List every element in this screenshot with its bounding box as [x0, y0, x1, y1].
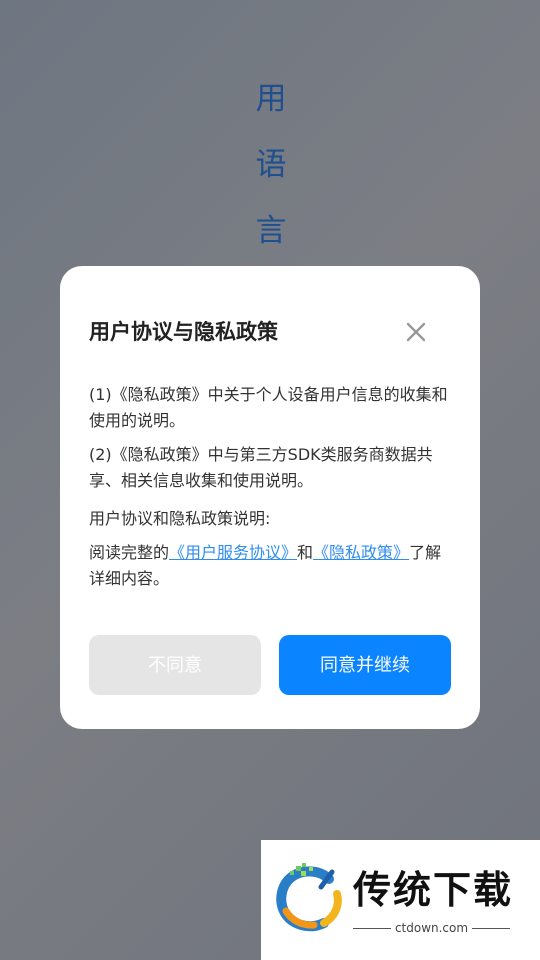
read-sentence: 阅读完整的《用户服务协议》和《隐私政策》了解详细内容。 — [89, 540, 454, 592]
watermark-brand-text: 传统下载 — [353, 868, 514, 912]
disagree-button[interactable]: 不同意 — [89, 635, 261, 695]
read-prefix: 阅读完整的 — [89, 543, 170, 562]
dialog-title: 用户协议与隐私政策 — [89, 320, 278, 344]
dialog-content: (1)《隐私政策》中关于个人设备用户信息的收集和使用的说明。 (2)《隐私政策》… — [89, 382, 454, 592]
background-char: 语 — [255, 147, 287, 183]
background-vertical-text: 用 语 言 — [255, 66, 287, 264]
policy-paragraph-3: 用户协议和隐私政策说明: — [89, 509, 271, 528]
privacy-dialog: 用户协议与隐私政策 (1)《隐私政策》中关于个人设备用户信息的收集和使用的说明。… — [60, 266, 480, 729]
policy-paragraph-1: (1)《隐私政策》中关于个人设备用户信息的收集和使用的说明。 — [89, 385, 448, 430]
watermark-badge: 传统下载 ctdown.com — [261, 840, 540, 960]
background-char: 言 — [255, 213, 287, 249]
user-agreement-link[interactable]: 《用户服务协议》 — [169, 543, 297, 562]
watermark-domain-text: ctdown.com — [394, 921, 469, 935]
privacy-policy-link[interactable]: 《隐私政策》 — [313, 543, 409, 562]
policy-paragraph-2: (2)《隐私政策》中与第三方SDK类服务商数据共享、相关信息收集和使用说明。 — [89, 445, 433, 490]
dialog-actions: 不同意 同意并继续 — [89, 635, 451, 695]
agree-continue-button[interactable]: 同意并继续 — [279, 635, 451, 695]
read-middle: 和 — [297, 543, 314, 562]
ctdown-logo-icon — [276, 863, 342, 932]
close-icon — [406, 322, 426, 342]
close-button[interactable] — [401, 317, 431, 347]
background-char: 用 — [255, 81, 287, 117]
